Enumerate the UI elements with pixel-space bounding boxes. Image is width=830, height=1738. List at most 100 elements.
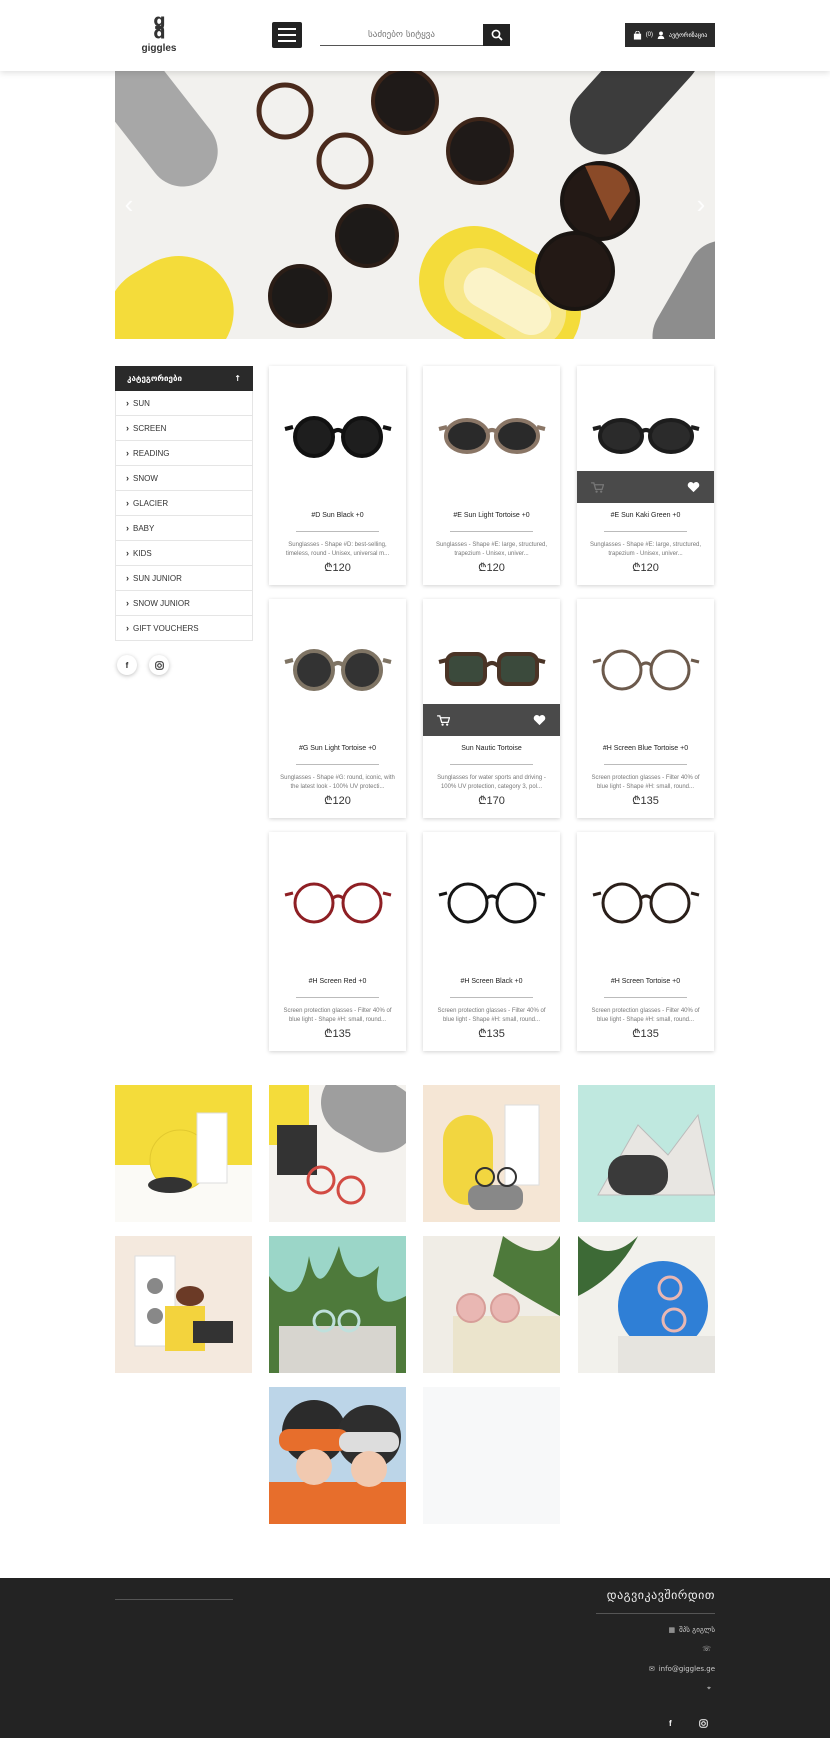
menu-bar	[278, 28, 296, 30]
product-card[interactable]: #H Screen Tortoise +0 Screen protection g…	[577, 832, 714, 1051]
product-card[interactable]: #H Screen Blue Tortoise +0 Screen protect…	[577, 599, 714, 818]
temple	[690, 658, 699, 664]
gallery-pink-kids[interactable]	[423, 1236, 560, 1373]
lens	[293, 882, 334, 924]
product-image[interactable]	[269, 366, 406, 506]
temple	[536, 658, 545, 664]
header: g g giggles (0)	[0, 0, 830, 71]
category-item[interactable]: › SUN JUNIOR	[115, 566, 253, 591]
slider-next-arrow[interactable]: ›	[691, 189, 711, 219]
category-item[interactable]: › SCREEN	[115, 416, 253, 441]
gallery-yellow-arch[interactable]	[423, 1085, 560, 1222]
footer-email[interactable]: ✉ info@giggles.ge	[649, 1665, 715, 1673]
product-description: Screen protection glasses - Filter 40% o…	[437, 1008, 546, 1023]
gallery-mint-goggles[interactable]	[578, 1085, 715, 1222]
product-description: Sunglasses for water sports and driving …	[437, 775, 546, 790]
product-title[interactable]: #H Screen Blue Tortoise +0	[577, 745, 714, 752]
temple	[592, 425, 601, 431]
slider-prev-arrow[interactable]: ‹	[119, 189, 139, 219]
product-card[interactable]: #E Sun Light Tortoise +0 Sunglasses - Sha…	[423, 366, 560, 585]
cart-count[interactable]: (0)	[646, 32, 653, 38]
product-title[interactable]: #D Sun Black +0	[269, 512, 406, 519]
bridge	[484, 894, 499, 901]
product-price: ₾120	[478, 562, 505, 574]
product-card[interactable]: #D Sun Black +0 Sunglasses - Shape #D: be…	[269, 366, 406, 585]
category-item[interactable]: › GIFT VOUCHERS	[115, 616, 253, 641]
shopping-bag-icon[interactable]	[633, 30, 642, 40]
wishlist-heart-icon[interactable]	[533, 714, 546, 726]
footer-facebook-icon[interactable]: f	[669, 1719, 672, 1728]
lens	[601, 649, 642, 691]
footer-location[interactable]: ⌖	[707, 1684, 715, 1693]
product-card[interactable]: #G Sun Light Tortoise +0 Sunglasses - Sha…	[269, 599, 406, 818]
search-input[interactable]	[320, 24, 483, 46]
gallery-ski-kids[interactable]	[269, 1387, 406, 1524]
add-to-cart-icon[interactable]	[437, 714, 450, 726]
product-image[interactable]	[269, 599, 406, 739]
product-title[interactable]: #E Sun Kaki Green +0	[577, 512, 714, 519]
divider	[296, 764, 379, 765]
product-image[interactable]	[577, 599, 714, 739]
footer-address-text: შპს გიგლს	[679, 1626, 715, 1634]
category-header[interactable]: კატეგორიები ↑	[115, 366, 253, 391]
product-title[interactable]: #H Screen Red +0	[269, 978, 406, 985]
product-card[interactable]: Sun Nautic Tortoise Sunglasses for water …	[423, 599, 560, 818]
gallery-cream-box[interactable]	[115, 1236, 252, 1373]
gallery-red-glasses[interactable]	[269, 1085, 406, 1222]
bridge	[330, 894, 345, 901]
temple	[382, 658, 391, 664]
footer: დაგვიკავშირდით ▦ შპს გიგლს ☏ ✉ info@gigg…	[0, 1578, 830, 1738]
lens	[601, 882, 642, 924]
hero-slider[interactable]: ‹ ›	[115, 71, 715, 339]
menu-bar	[278, 34, 296, 36]
product-image[interactable]	[577, 832, 714, 972]
instagram-icon[interactable]	[149, 655, 169, 675]
product-title[interactable]: #H Screen Black +0	[423, 978, 560, 985]
product-card[interactable]: #H Screen Red +0 Screen protection glasse…	[269, 832, 406, 1051]
add-to-cart-icon[interactable]	[591, 481, 604, 493]
menu-button[interactable]	[272, 22, 302, 48]
product-image[interactable]	[269, 832, 406, 972]
bridge	[330, 428, 345, 435]
product-description: Sunglasses - Shape #E: large, structured…	[435, 542, 548, 557]
category-item[interactable]: › SNOW JUNIOR	[115, 591, 253, 616]
lens	[341, 882, 382, 924]
product-image[interactable]	[423, 832, 560, 972]
product-title[interactable]: #G Sun Light Tortoise +0	[269, 745, 406, 752]
category-title: კატეგორიები	[127, 374, 182, 383]
footer-instagram-icon[interactable]	[699, 1719, 708, 1730]
logo[interactable]: g g giggles	[138, 13, 180, 55]
category-item[interactable]: › BABY	[115, 516, 253, 541]
category-item[interactable]: › GLACIER	[115, 491, 253, 516]
category-list: › SUN › SCREEN › READING › SNOW › GLACIER › BABY › KI…	[115, 391, 253, 641]
page: g g giggles (0)	[0, 0, 830, 1738]
gallery-palm-teal[interactable]	[269, 1236, 406, 1373]
search-button[interactable]	[483, 24, 510, 46]
lens	[340, 416, 383, 458]
wishlist-heart-icon[interactable]	[687, 481, 700, 493]
collapse-arrow-icon[interactable]: ↑	[234, 374, 241, 383]
divider	[604, 997, 687, 998]
login-link[interactable]: ავტორიზაცია	[669, 32, 707, 39]
product-price: ₾170	[478, 795, 505, 807]
product-title[interactable]: #H Screen Tortoise +0	[577, 978, 714, 985]
category-item[interactable]: › READING	[115, 441, 253, 466]
facebook-icon[interactable]: f	[117, 655, 137, 675]
chevron-right-icon: ›	[126, 623, 129, 633]
footer-phone[interactable]: ☏	[702, 1645, 715, 1653]
store-icon: ▦	[668, 1626, 676, 1634]
product-card[interactable]: #H Screen Black +0 Screen protection glas…	[423, 832, 560, 1051]
category-item[interactable]: › SUN	[115, 391, 253, 416]
category-item[interactable]: › KIDS	[115, 541, 253, 566]
logo-text: giggles	[141, 43, 177, 54]
gallery-blue-cylinder[interactable]	[578, 1236, 715, 1373]
bridge	[330, 661, 345, 668]
bridge	[638, 894, 653, 901]
product-image[interactable]	[423, 366, 560, 506]
product-title[interactable]: #E Sun Light Tortoise +0	[423, 512, 560, 519]
gallery-yellow-pedestal[interactable]	[115, 1085, 252, 1222]
bridge	[484, 428, 499, 435]
category-item[interactable]: › SNOW	[115, 466, 253, 491]
product-card[interactable]: #E Sun Kaki Green +0 Sunglasses - Shape #…	[577, 366, 714, 585]
product-title[interactable]: Sun Nautic Tortoise	[423, 745, 560, 752]
